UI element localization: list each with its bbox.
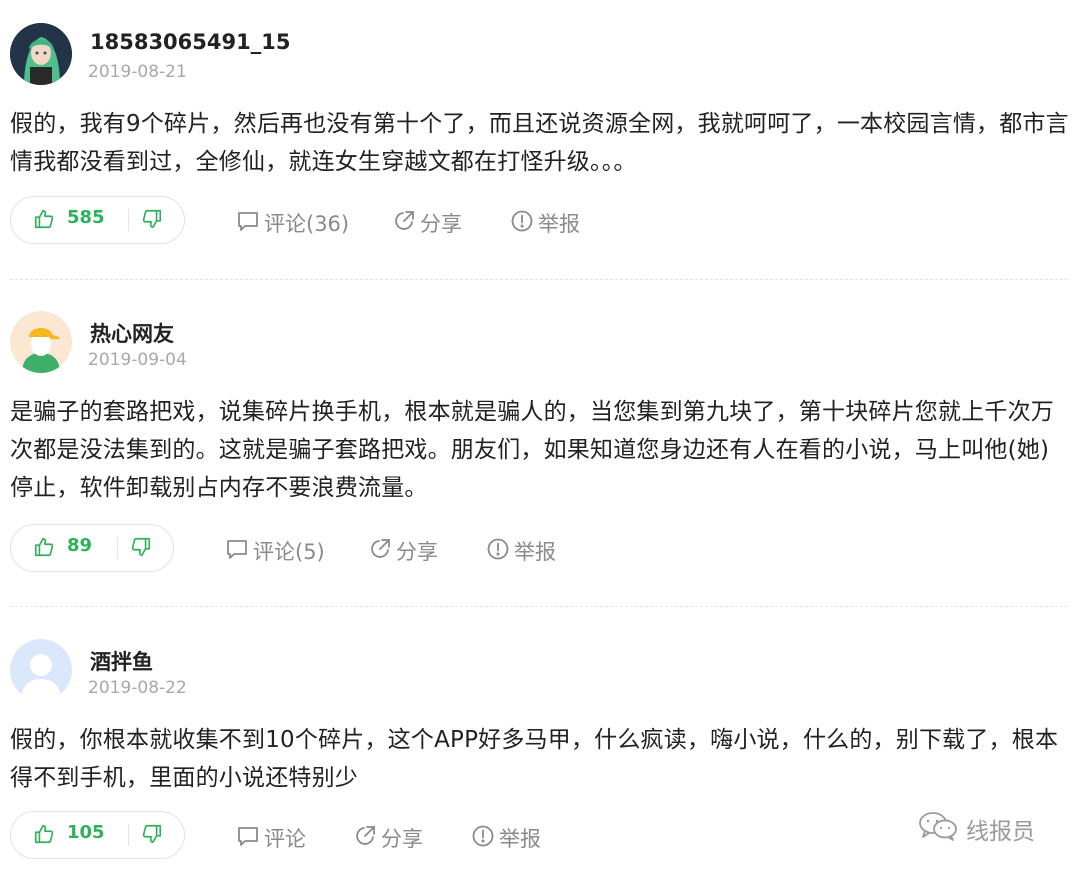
share-icon: [353, 824, 381, 853]
thumbs-up-icon[interactable]: [33, 536, 55, 562]
vote-divider: [117, 537, 118, 559]
cap-person-avatar-icon: [10, 311, 72, 373]
share-button[interactable]: 分享: [353, 823, 423, 853]
comment-label: 评论(36): [264, 212, 350, 236]
report-button[interactable]: 举报: [471, 823, 541, 853]
share-label: 分享: [381, 827, 423, 851]
watermark-text: 线报员: [966, 819, 1035, 845]
comment-button[interactable]: 评论(5): [225, 536, 325, 566]
share-button[interactable]: 分享: [392, 208, 462, 238]
like-count: 585: [67, 207, 105, 228]
username[interactable]: 热心网友: [90, 318, 174, 348]
anime-girl-avatar-icon: [10, 23, 72, 85]
comment-date: 2019-08-22: [88, 678, 187, 698]
comment-divider: [10, 606, 1068, 607]
wechat-icon: [918, 810, 966, 848]
like-count: 89: [67, 535, 93, 556]
thumbs-up-icon[interactable]: [33, 208, 55, 234]
comment-icon: [225, 537, 253, 566]
comment-button[interactable]: 评论: [236, 823, 306, 853]
report-icon: [510, 209, 538, 238]
share-icon: [392, 209, 420, 238]
report-label: 举报: [499, 827, 541, 851]
comment-divider: [10, 279, 1068, 280]
share-button[interactable]: 分享: [368, 536, 438, 566]
comment-icon: [236, 824, 264, 853]
comment-text: 假的，我有9个碎片，然后再也没有第十个了，而且还说资源全网，我就呵呵了，一本校园…: [10, 111, 1069, 175]
report-icon: [486, 537, 514, 566]
report-button[interactable]: 举报: [510, 208, 580, 238]
like-count: 105: [67, 822, 105, 843]
vote-box: 105: [10, 811, 185, 859]
comment-label: 评论(5): [253, 540, 325, 564]
report-icon: [471, 824, 499, 853]
username[interactable]: 酒拌鱼: [90, 646, 153, 676]
comment-text: 假的，你根本就收集不到10个碎片，这个APP好多马甲，什么疯读，嗨小说，什么的，…: [10, 727, 1059, 791]
vote-divider: [128, 824, 129, 846]
username[interactable]: 18583065491_15: [90, 30, 290, 54]
comment-icon: [236, 209, 264, 238]
watermark: 线报员: [918, 810, 1035, 848]
report-label: 举报: [514, 540, 556, 564]
comment-date: 2019-08-21: [88, 62, 187, 82]
comment-button[interactable]: 评论(36): [236, 208, 349, 238]
share-label: 分享: [396, 540, 438, 564]
report-button[interactable]: 举报: [486, 536, 556, 566]
vote-box: 585: [10, 196, 185, 244]
comment-date: 2019-09-04: [88, 350, 187, 370]
user-avatar[interactable]: [10, 23, 72, 85]
default-person-avatar-icon: [10, 639, 72, 701]
comment-text: 是骗子的套路把戏，说集碎片换手机，根本就是骗人的，当您集到第九块了，第十块碎片您…: [10, 399, 1054, 501]
comment-label: 评论: [264, 827, 306, 851]
vote-divider: [128, 209, 129, 231]
thumbs-down-icon[interactable]: [141, 208, 163, 234]
thumbs-down-icon[interactable]: [130, 536, 152, 562]
vote-box: 89: [10, 524, 174, 572]
share-icon: [368, 537, 396, 566]
thumbs-down-icon[interactable]: [141, 823, 163, 849]
share-label: 分享: [420, 212, 462, 236]
thumbs-up-icon[interactable]: [33, 823, 55, 849]
user-avatar[interactable]: [10, 311, 72, 373]
report-label: 举报: [538, 212, 580, 236]
user-avatar[interactable]: [10, 639, 72, 701]
